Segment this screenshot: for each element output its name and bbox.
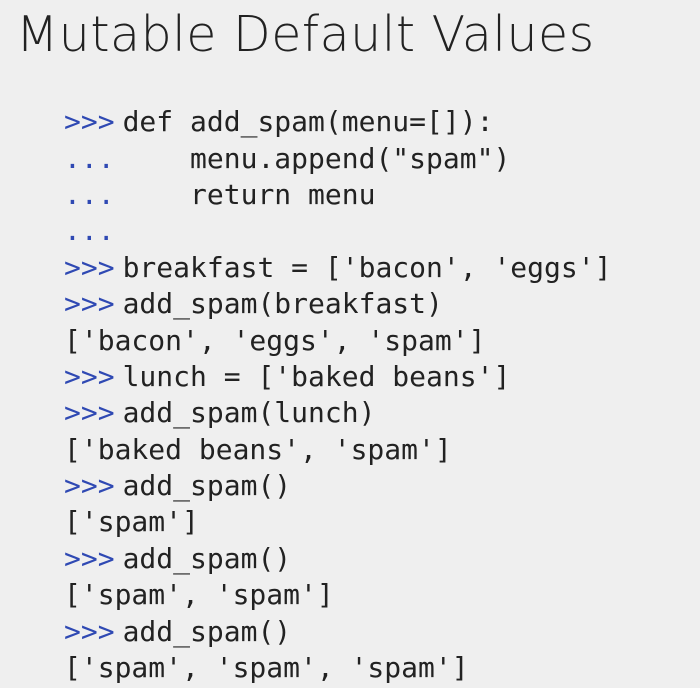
python-repl-code-block: >>> def add_spam(menu=[]): ... menu.appe… <box>64 104 684 686</box>
code-text: add_spam() <box>122 541 292 575</box>
code-line: >>> lunch = ['baked beans'] <box>64 359 684 395</box>
output-line: ['spam', 'spam'] <box>64 577 684 613</box>
code-line: ... return menu <box>64 177 684 213</box>
repl-continuation-prompt: ... <box>64 177 115 211</box>
code-text: add_spam(lunch) <box>122 396 376 430</box>
repl-prompt: >>> <box>64 614 115 648</box>
code-line: ... <box>64 213 684 249</box>
code-line: ... menu.append("spam") <box>64 140 684 176</box>
output-text: ['bacon', 'eggs', 'spam'] <box>64 323 486 357</box>
repl-continuation-prompt: ... <box>64 141 115 175</box>
output-text: ['spam', 'spam', 'spam'] <box>64 651 469 685</box>
code-text: add_spam() <box>122 614 292 648</box>
repl-continuation-prompt: ... <box>64 214 115 248</box>
repl-prompt: >>> <box>64 250 115 284</box>
slide-title: Mutable Default Values <box>16 6 595 63</box>
output-text: ['spam'] <box>64 505 199 539</box>
code-text: menu.append("spam") <box>122 141 511 175</box>
repl-prompt: >>> <box>64 105 115 139</box>
repl-prompt: >>> <box>64 541 115 575</box>
repl-prompt: >>> <box>64 396 115 430</box>
code-text: add_spam() <box>122 469 292 503</box>
code-line: >>> breakfast = ['bacon', 'eggs'] <box>64 250 684 286</box>
code-text: breakfast = ['bacon', 'eggs'] <box>122 250 612 284</box>
code-line: >>> add_spam() <box>64 541 684 577</box>
code-line: >>> def add_spam(menu=[]): <box>64 104 684 140</box>
code-line: >>> add_spam(lunch) <box>64 395 684 431</box>
output-line: ['bacon', 'eggs', 'spam'] <box>64 322 684 358</box>
code-text: return menu <box>122 177 376 211</box>
code-line: >>> add_spam() <box>64 468 684 504</box>
output-line: ['baked beans', 'spam'] <box>64 432 684 468</box>
code-line: >>> add_spam(breakfast) <box>64 286 684 322</box>
code-text: lunch = ['baked beans'] <box>122 359 511 393</box>
code-text: add_spam(breakfast) <box>122 287 443 321</box>
repl-prompt: >>> <box>64 287 115 321</box>
code-line: >>> add_spam() <box>64 613 684 649</box>
repl-prompt: >>> <box>64 469 115 503</box>
output-text: ['spam', 'spam'] <box>64 578 334 612</box>
repl-prompt: >>> <box>64 359 115 393</box>
output-line: ['spam'] <box>64 504 684 540</box>
output-line: ['spam', 'spam', 'spam'] <box>64 650 684 686</box>
output-text: ['baked beans', 'spam'] <box>64 432 452 466</box>
slide: Mutable Default Values >>> def add_spam(… <box>0 0 700 688</box>
code-text: def add_spam(menu=[]): <box>122 105 494 139</box>
